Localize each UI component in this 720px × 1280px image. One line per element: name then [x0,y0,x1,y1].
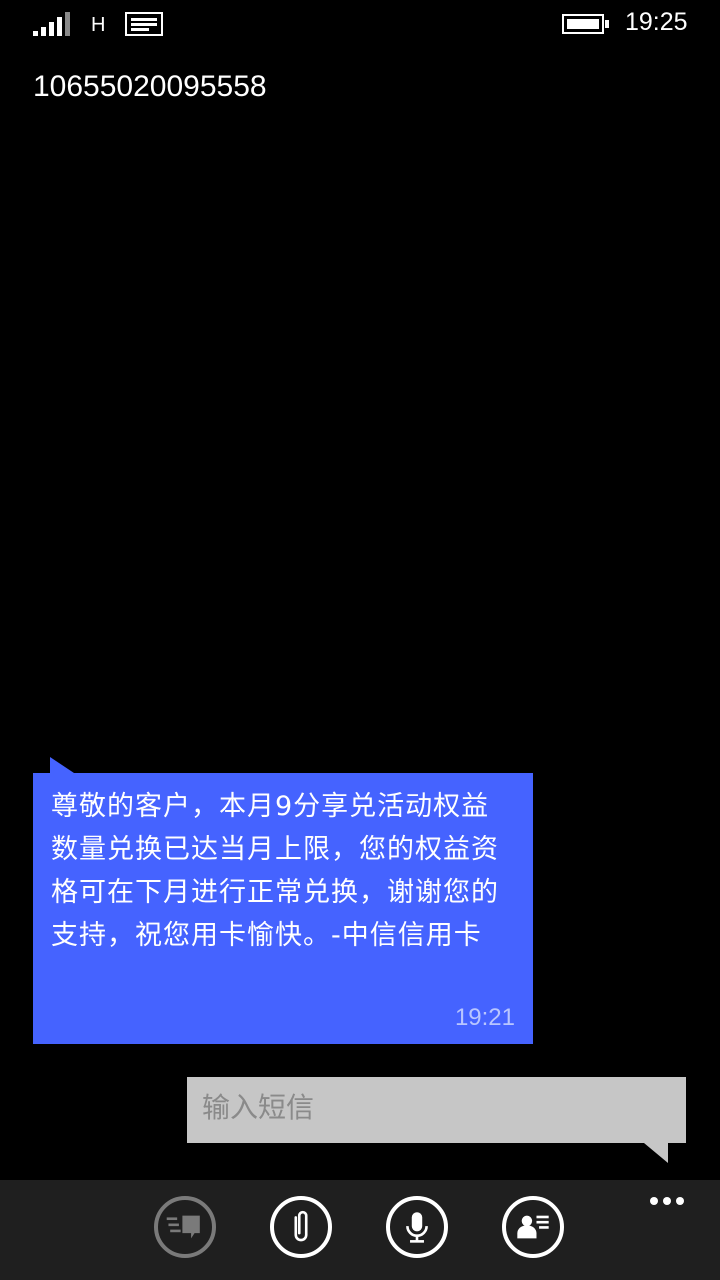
switch-conversation-icon [166,1215,200,1239]
voice-input-button[interactable] [386,1196,448,1258]
attach-icon [294,1210,308,1242]
contact-card-icon [517,1215,549,1239]
battery-icon [562,14,609,34]
contact-name[interactable]: 10655020095558 [33,70,267,104]
contact-card-button[interactable] [502,1196,564,1258]
network-type: H [91,14,106,36]
switch-conversation-button[interactable] [154,1196,216,1258]
message-input[interactable] [202,1091,671,1124]
message-notification-icon [125,12,163,36]
compose-box[interactable] [187,1077,686,1163]
app-bar [0,1180,720,1280]
microphone-icon [406,1212,428,1243]
incoming-message-bubble[interactable]: 尊敬的客户，本月9分享兑活动权益数量兑换已达当月上限，您的权益资格可在下月进行正… [33,757,533,1044]
message-text: 尊敬的客户，本月9分享兑活动权益数量兑换已达当月上限，您的权益资格可在下月进行正… [51,791,499,951]
status-bar: H 19:25 [0,0,720,50]
message-timestamp: 19:21 [454,1004,515,1031]
attach-button[interactable] [270,1196,332,1258]
signal-icon [33,12,70,36]
clock: 19:25 [625,8,688,36]
more-dots-icon[interactable] [650,1190,690,1210]
